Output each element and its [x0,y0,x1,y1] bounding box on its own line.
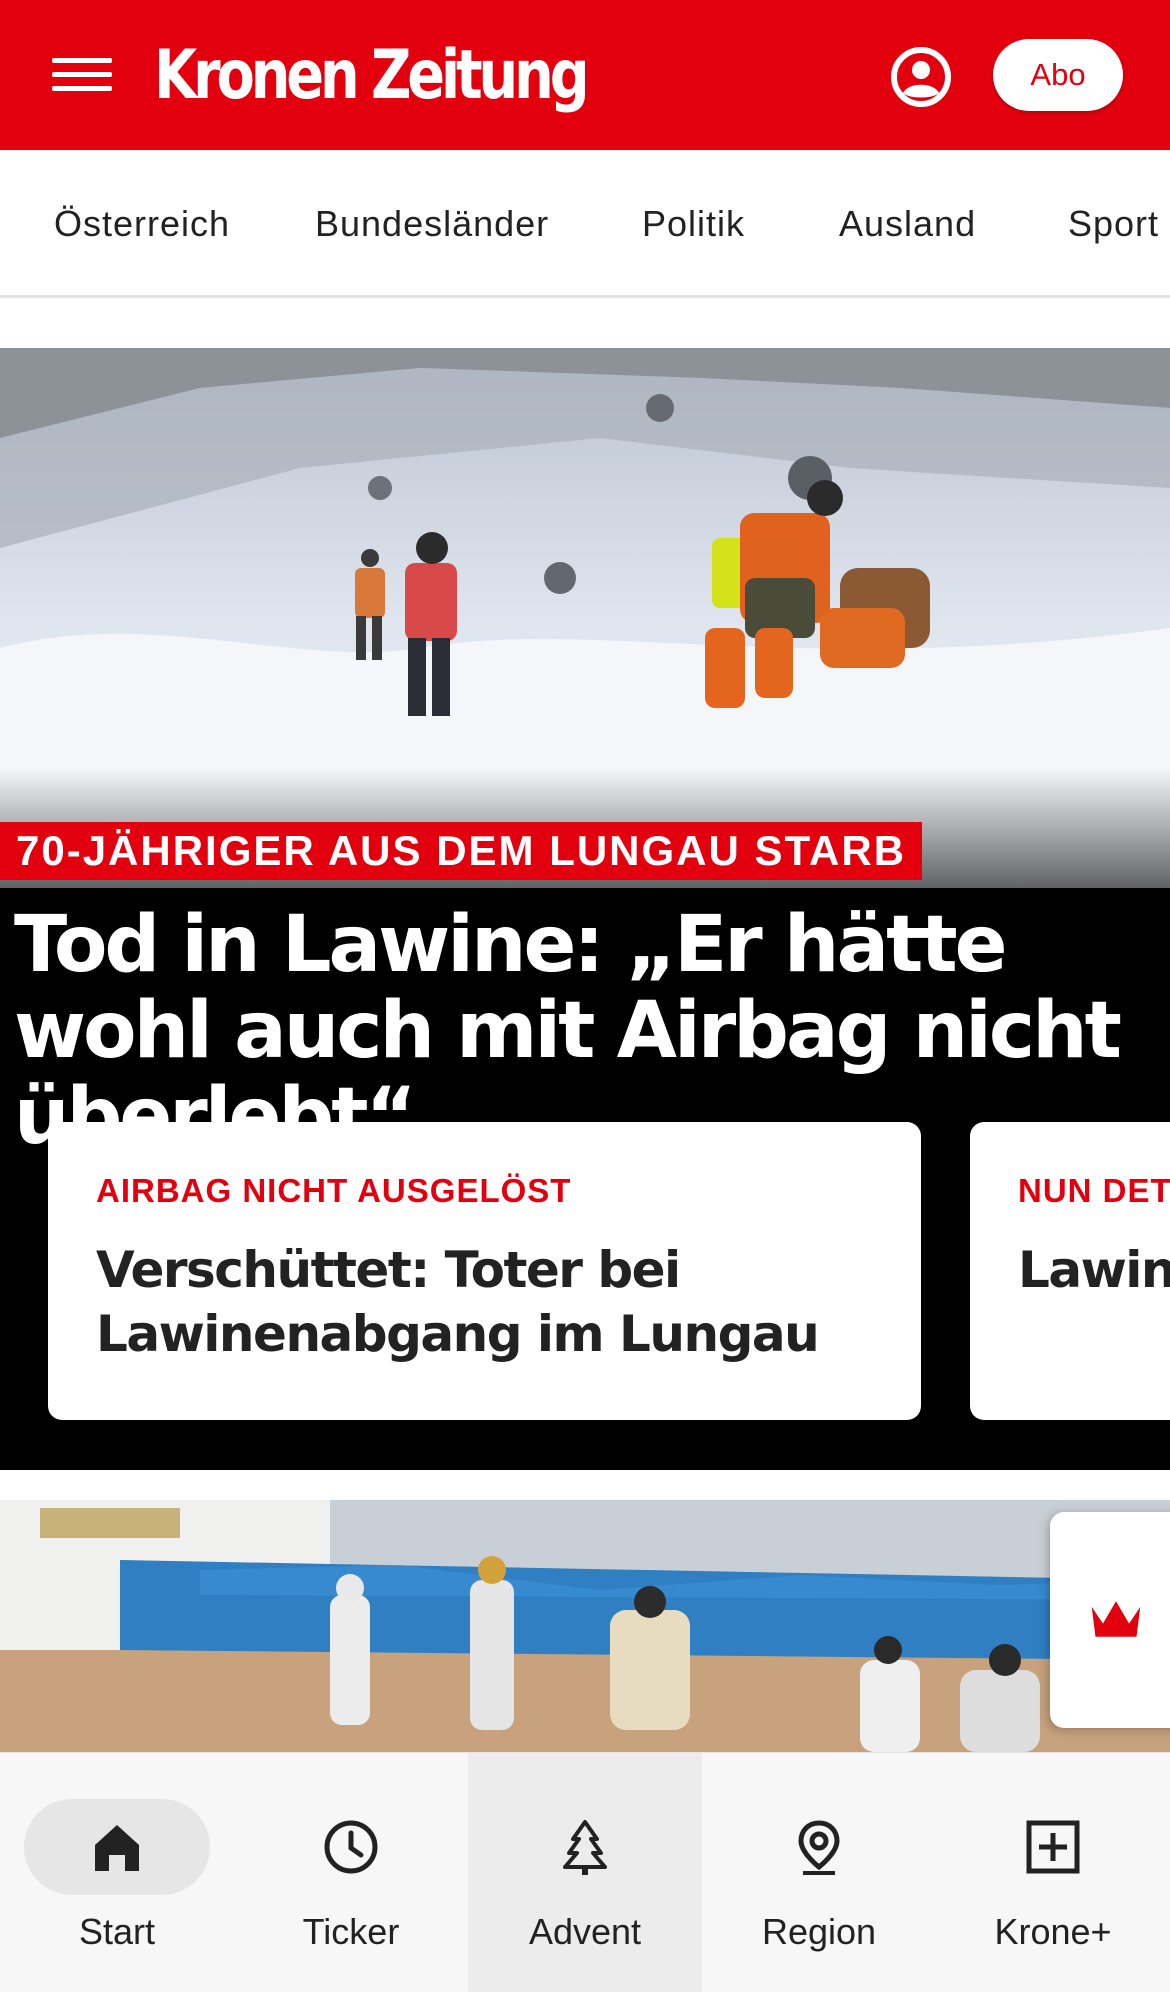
bottom-navigation: Start Ticker Advent Region Krone+ [0,1752,1170,1992]
tab-advent[interactable]: Advent [468,1753,702,1992]
hero-story: 70-JÄHRIGER AUS DEM LUNGAU STARB Tod in … [0,348,1170,1470]
tab-region[interactable]: Region [702,1753,936,1992]
crown-icon [1091,1601,1141,1637]
tab-label: Start [78,1911,156,1952]
tab-ticker[interactable]: Ticker [234,1753,468,1992]
location-pin-icon [798,1820,840,1875]
home-icon [95,1825,139,1871]
excavation-photo[interactable] [0,1500,1170,1752]
tree-icon [563,1820,607,1875]
category-bundeslaender[interactable]: Bundesländer [315,150,549,295]
hamburger-menu-icon[interactable] [52,52,112,98]
krone-side-tab[interactable] [1050,1512,1170,1728]
card-headline: Verschüttet: Toter bei Lawinenabgang im … [96,1241,820,1363]
tab-label: Advent [528,1911,642,1952]
category-nav: Österreich Bundesländer Politik Ausland … [0,150,1170,298]
plus-box-icon [1026,1820,1080,1874]
category-oesterreich[interactable]: Österreich [54,150,230,295]
category-politik[interactable]: Politik [642,150,745,295]
abo-button[interactable]: Abo [993,39,1123,111]
tab-label: Ticker [302,1911,400,1952]
card-headline: Lawine waren [1018,1241,1170,1299]
user-account-icon[interactable] [890,46,952,108]
related-article-card[interactable]: AIRBAG NICHT AUSGELÖST Verschüttet: Tote… [48,1122,921,1420]
hero-kicker: 70-JÄHRIGER AUS DEM LUNGAU STARB [0,822,923,880]
card-kicker: AIRBAG NICHT AUSGELÖST [96,1172,572,1209]
top-header: Kronen Zeitung Abo [0,0,1170,150]
clock-icon [324,1820,378,1874]
brand-logo[interactable]: Kronen Zeitung [154,34,590,118]
tab-label: Krone+ [994,1911,1112,1952]
tab-label: Region [761,1911,877,1952]
category-ausland[interactable]: Ausland [839,150,976,295]
tab-start[interactable]: Start [0,1753,234,1992]
related-article-card[interactable]: NUN DET Lawine waren [970,1122,1170,1420]
category-sport[interactable]: Sport [1068,150,1159,295]
tab-krone-plus[interactable]: Krone+ [936,1753,1170,1992]
card-kicker: NUN DET [1018,1172,1170,1209]
